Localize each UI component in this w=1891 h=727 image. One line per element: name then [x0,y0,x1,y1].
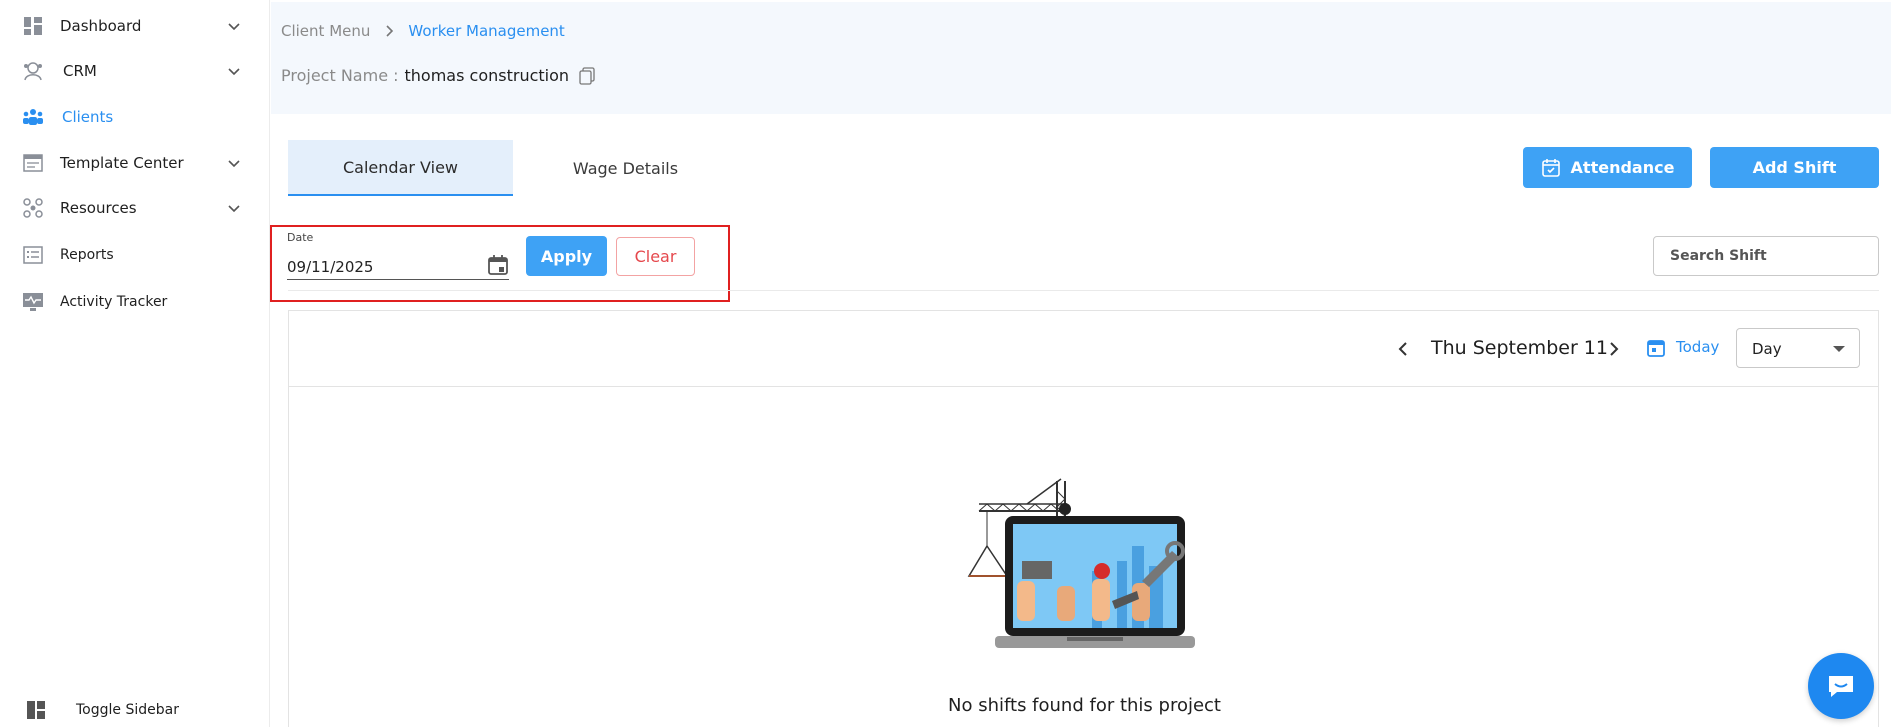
sidebar-item-activity-tracker[interactable]: Activity Tracker [0,282,270,322]
clear-button[interactable]: Clear [616,237,695,276]
chat-icon [1829,676,1853,697]
chevron-down-icon [228,205,240,213]
project-name: Project Name : thomas construction [281,66,595,85]
empty-state-message: No shifts found for this project [948,695,1221,716]
chevron-down-icon [228,23,240,31]
sidebar-item-label: Clients [62,108,114,126]
sidebar-item-resources[interactable]: Resources [0,188,270,228]
sidebar-item-label: Activity Tracker [60,294,168,310]
sidebar-item-clients[interactable]: Clients [0,97,270,137]
chevron-right-icon [386,25,394,37]
chevron-down-icon [228,68,240,76]
attendance-button[interactable]: Attendance [1523,147,1692,188]
construction-laptop-illustration [967,478,1195,648]
sidebar-item-dashboard[interactable]: Dashboard [0,6,270,46]
page-header [271,2,1891,114]
attendance-label: Attendance [1570,158,1675,177]
view-select[interactable]: Day [1736,328,1860,368]
sidebar-item-template-center[interactable]: Template Center [0,143,270,183]
app-root: Dashboard CRM Clients Template Center Re… [0,0,1891,727]
project-name-label: Project Name : [281,66,399,85]
sidebar-item-crm[interactable]: CRM [0,51,270,91]
tab-wage-details[interactable]: Wage Details [513,140,738,196]
sidebar-item-label: Template Center [60,154,184,172]
template-icon [22,152,44,174]
sidebar-layout-icon [25,699,47,721]
view-select-value: Day [1752,340,1782,358]
dashboard-icon [22,15,44,37]
caret-down-icon [1833,346,1845,352]
calendar-current-date: Thu September 11 [1431,337,1608,359]
sidebar-item-reports[interactable]: Reports [0,235,270,275]
resources-icon [22,197,44,219]
tab-calendar-view[interactable]: Calendar View [288,140,513,196]
calendar-toolbar: Thu September 11 Today Day [289,311,1878,387]
clients-icon [22,106,44,128]
apply-button[interactable]: Apply [526,236,607,276]
calendar-panel: Thu September 11 Today Day No shifts fou… [288,310,1879,727]
breadcrumb-worker-management: Worker Management [408,22,565,40]
sidebar-item-label: CRM [63,62,97,80]
crm-icon [22,60,44,82]
today-calendar-icon[interactable] [1646,338,1666,358]
sidebar-item-label: Resources [60,199,137,217]
breadcrumb: Client Menu Worker Management [281,22,565,40]
chevron-right-icon[interactable] [1603,338,1625,360]
chevron-down-icon [228,160,240,168]
sidebar-item-label: Dashboard [60,17,142,35]
toggle-sidebar-label: Toggle Sidebar [76,702,179,718]
calendar-icon[interactable] [487,254,509,276]
copy-icon[interactable] [579,66,595,85]
reports-icon [22,244,44,266]
chat-widget-button[interactable] [1808,653,1874,719]
toggle-sidebar-button[interactable]: Toggle Sidebar [0,690,270,727]
sidebar-item-label: Reports [60,247,114,263]
breadcrumb-client-menu[interactable]: Client Menu [281,22,370,40]
chevron-left-icon[interactable] [1392,338,1414,360]
activity-icon [22,291,44,313]
add-shift-button[interactable]: Add Shift [1710,147,1879,188]
sidebar: Dashboard CRM Clients Template Center Re… [0,0,270,727]
calendar-check-icon [1541,158,1560,177]
divider [288,290,1879,291]
today-button[interactable]: Today [1676,338,1719,356]
date-label: Date [287,231,314,244]
project-name-value: thomas construction [404,66,570,85]
date-input[interactable] [287,252,509,280]
search-input[interactable] [1653,236,1879,276]
